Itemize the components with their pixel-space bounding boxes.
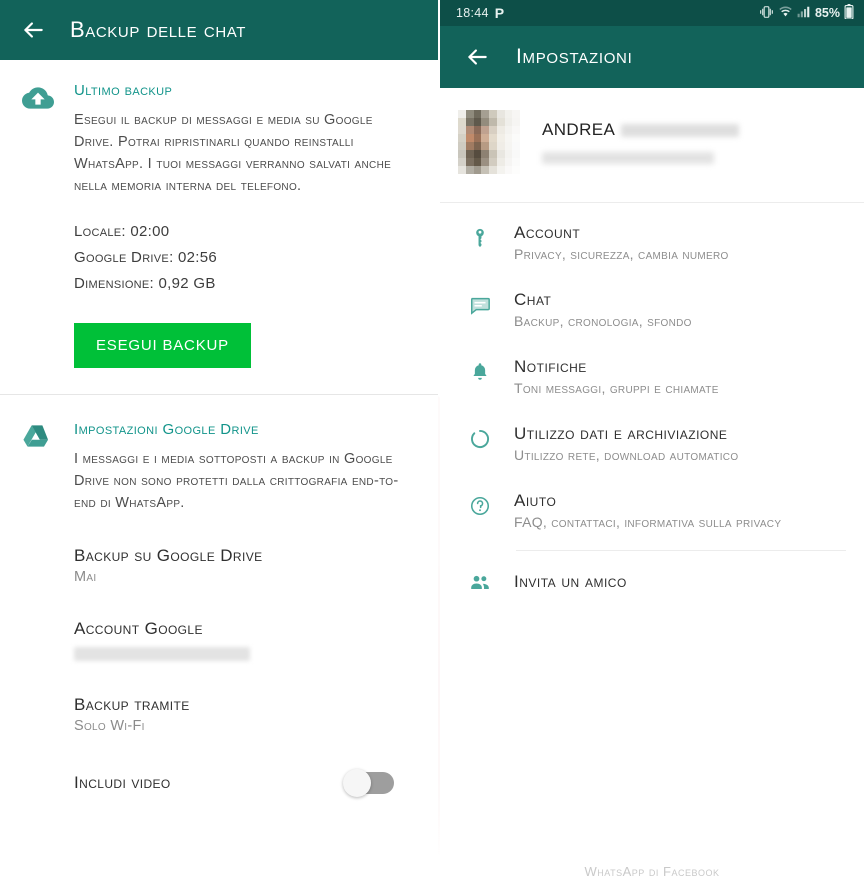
settings-item-invita-amico-title: Invita un amico <box>514 572 627 591</box>
battery-icon <box>844 4 854 22</box>
cloud-upload-icon <box>22 82 54 119</box>
settings-item-invita-amico[interactable]: Invita un amico <box>440 557 864 607</box>
option-backup-network-value: Solo Wi-Fi <box>74 718 145 734</box>
bell-icon <box>458 357 502 383</box>
settings-item-notifiche-title: Notifiche <box>514 357 587 376</box>
stat-dimensione-label: Dimensione: <box>74 275 155 292</box>
stat-dimensione-value: 0,92 GB <box>158 275 216 292</box>
option-google-account-redacted-value <box>74 647 250 661</box>
status-bar-time: 18:44 <box>456 6 489 20</box>
profile-name: ANDREA <box>542 120 616 139</box>
settings-item-chat-title: Chat <box>514 290 552 309</box>
backup-app-bar: Backup delle chat <box>0 0 438 60</box>
profile-name-redacted <box>621 123 740 137</box>
settings-item-utilizzo-dati-subtitle: Utilizzo rete, download automatico <box>514 447 739 463</box>
settings-item-aiuto[interactable]: Aiuto FAQ, contattaci, informativa sulla… <box>440 477 864 544</box>
option-google-account[interactable]: Account Google <box>74 619 416 661</box>
option-backup-network-title: Backup tramite <box>74 695 190 714</box>
list-divider <box>516 550 846 551</box>
back-icon[interactable] <box>16 13 50 47</box>
drive-settings-section: Impostazioni Google Drive I messaggi e i… <box>0 395 438 797</box>
parking-p-icon: P <box>494 5 505 21</box>
vibrate-icon <box>759 5 774 22</box>
chat-bubble-icon <box>458 290 502 316</box>
settings-item-account-title: Account <box>514 223 581 242</box>
settings-item-account-subtitle: Privacy, sicurezza, cambia numero <box>514 246 729 262</box>
option-backup-frequency[interactable]: Backup su Google Drive Mai <box>74 546 416 585</box>
option-include-videos[interactable]: Includi video <box>74 769 416 797</box>
stat-locale: Locale: 02:00 <box>74 219 416 245</box>
drive-settings-heading: Impostazioni Google Drive <box>74 421 259 438</box>
stat-dimensione: Dimensione: 0,92 GB <box>74 271 416 297</box>
battery-percent: 85% <box>814 6 840 20</box>
last-backup-heading: Ultimo backup <box>74 82 173 99</box>
option-backup-frequency-value: Mai <box>74 569 97 585</box>
option-include-videos-label: Includi video <box>74 773 171 792</box>
stat-google-drive-value: 02:56 <box>178 249 218 266</box>
screenshot-root: Backup delle chat Ultimo backup Esegui i… <box>0 0 864 895</box>
profile-status-redacted <box>542 152 714 164</box>
option-backup-frequency-title: Backup su Google Drive <box>74 546 263 565</box>
status-bar: 18:44 P 85% <box>440 0 864 26</box>
option-backup-network[interactable]: Backup tramite Solo Wi-Fi <box>74 695 416 734</box>
profile-row[interactable]: ANDREA <box>440 88 864 196</box>
signal-bars-icon <box>797 5 811 22</box>
stat-google-drive-label: Google Drive: <box>74 249 174 266</box>
settings-app-bar: Impostazioni <box>440 26 864 88</box>
settings-item-chat-subtitle: Backup, cronologia, sfondo <box>514 313 692 329</box>
avatar[interactable] <box>458 110 520 174</box>
settings-screen-panel: 18:44 P 85% Impostazioni ANDREA Account … <box>440 0 864 895</box>
key-icon <box>458 223 502 249</box>
footer-branding: WhatsApp di Facebook <box>584 864 720 879</box>
people-icon <box>458 571 502 593</box>
settings-item-aiuto-title: Aiuto <box>514 491 557 510</box>
google-drive-icon <box>22 421 52 456</box>
stat-google-drive: Google Drive: 02:56 <box>74 245 416 271</box>
include-videos-toggle[interactable] <box>343 769 394 797</box>
settings-item-chat[interactable]: Chat Backup, cronologia, sfondo <box>440 276 864 343</box>
option-google-account-title: Account Google <box>74 619 203 638</box>
drive-settings-description: I messaggi e i media sottoposti a backup… <box>74 451 399 511</box>
settings-item-utilizzo-dati-title: Utilizzo dati e archiviazione <box>514 424 728 443</box>
page-title: Backup delle chat <box>70 17 247 42</box>
run-backup-button[interactable]: ESEGUI BACKUP <box>74 323 251 368</box>
page-title: Impostazioni <box>516 45 633 68</box>
wifi-icon <box>778 5 793 22</box>
stat-locale-value: 02:00 <box>130 223 170 240</box>
backup-screen-panel: Backup delle chat Ultimo backup Esegui i… <box>0 0 438 895</box>
last-backup-section: Ultimo backup Esegui il backup di messag… <box>0 60 438 394</box>
last-backup-description: Esegui il backup di messaggi e media su … <box>74 112 392 194</box>
back-icon[interactable] <box>460 40 494 74</box>
settings-item-account[interactable]: Account Privacy, sicurezza, cambia numer… <box>440 209 864 276</box>
settings-item-notifiche-subtitle: Toni messaggi, gruppi e chiamate <box>514 380 719 396</box>
settings-item-aiuto-subtitle: FAQ, contattaci, informativa sulla priva… <box>514 514 782 530</box>
settings-item-notifiche[interactable]: Notifiche Toni messaggi, gruppi e chiama… <box>440 343 864 410</box>
profile-divider <box>440 202 864 203</box>
stat-locale-label: Locale: <box>74 223 126 240</box>
help-circle-icon <box>458 491 502 517</box>
settings-item-utilizzo-dati[interactable]: Utilizzo dati e archiviazione Utilizzo r… <box>440 410 864 477</box>
data-usage-icon <box>458 424 502 450</box>
